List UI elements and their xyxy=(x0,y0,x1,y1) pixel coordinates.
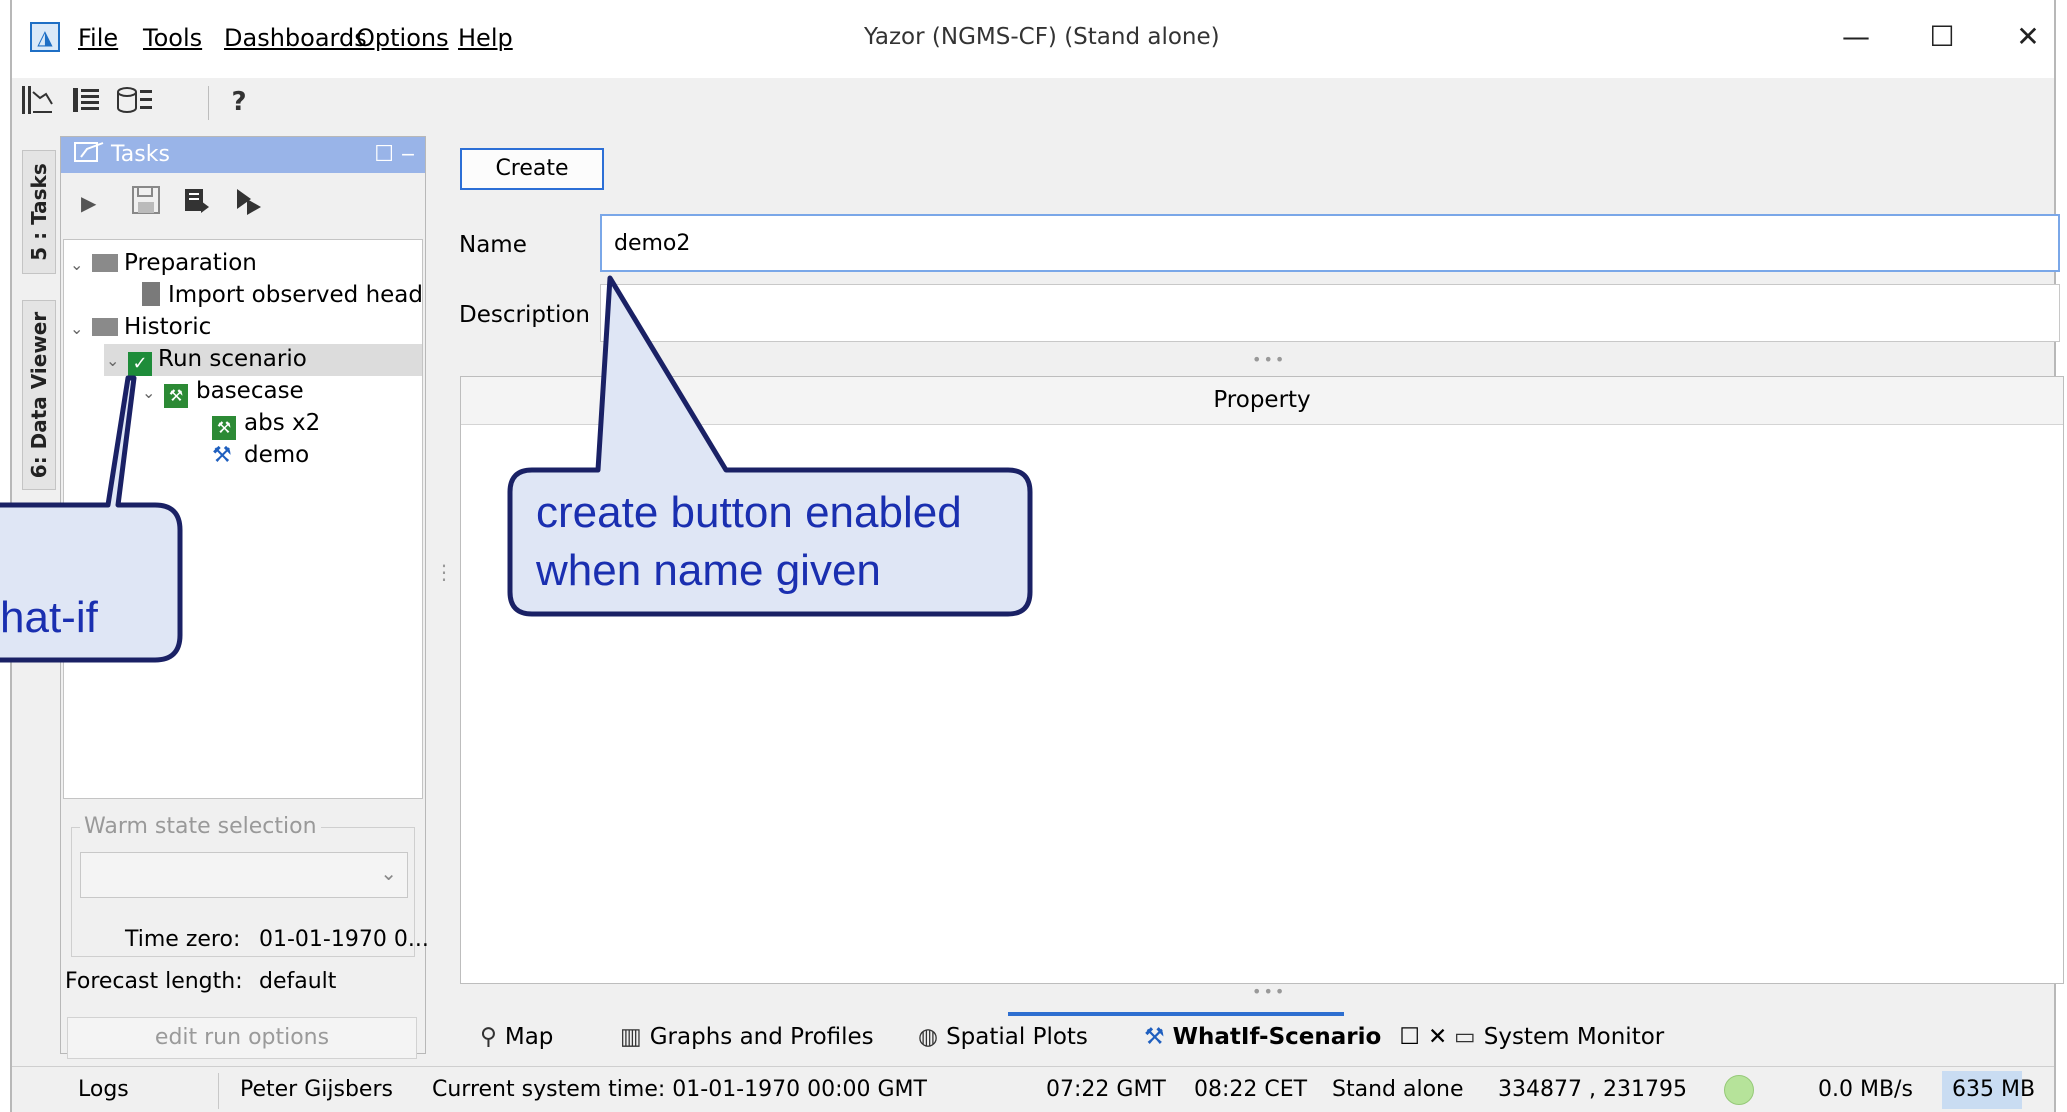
description-label: Description xyxy=(459,302,590,328)
graphs-icon: ▥ xyxy=(620,1024,642,1050)
active-tab-indicator xyxy=(1008,1012,1344,1016)
callout-right-line2: when name given xyxy=(536,546,881,595)
side-tab-data-viewer[interactable]: 6: Data Viewer xyxy=(22,300,56,490)
callout-right-line1: create button enabled xyxy=(536,488,962,537)
checkmark-icon: ✓ xyxy=(128,352,152,376)
logs-button[interactable]: Logs xyxy=(78,1077,129,1102)
tab-spatial-plots[interactable]: ◍ Spatial Plots xyxy=(918,1024,1088,1050)
tab-whatif-scenario[interactable]: ⚒ WhatIf-Scenario ☐ ✕ xyxy=(1144,1024,1447,1050)
tree-item-run-scenario[interactable]: ⌄ ✓ Run scenario xyxy=(106,344,307,376)
tree-item-import-observed-heads[interactable]: Import observed heads xyxy=(142,280,422,310)
panel-window-controls[interactable]: ☐ ‒ xyxy=(374,137,415,173)
panel-splitter[interactable]: ⋮ xyxy=(434,560,454,620)
menu-file[interactable]: File xyxy=(78,24,118,52)
maximize-tab-icon[interactable]: ☐ xyxy=(1399,1024,1420,1050)
tasks-panel-header: Tasks ☐ ‒ xyxy=(61,137,425,173)
status-system-time: Current system time: 01-01-1970 00:00 GM… xyxy=(432,1077,927,1102)
tree-item-historic[interactable]: ⌄ Historic xyxy=(70,312,211,342)
callout-right-text: create button enabled when name given xyxy=(536,484,962,600)
tasks-icon xyxy=(73,139,109,177)
time-zero-label: Time zero: xyxy=(125,927,241,952)
save-icon[interactable] xyxy=(131,185,161,222)
tree-item-abs-x2[interactable]: ⚒ abs x2 xyxy=(212,408,320,440)
table-icon[interactable] xyxy=(68,84,106,120)
callout-left-text: hat-if xyxy=(0,593,98,642)
status-separator xyxy=(218,1073,219,1109)
resize-grip[interactable]: ••• xyxy=(1252,982,1286,1001)
status-bar: Logs Peter Gijsbers Current system time:… xyxy=(12,1066,2054,1112)
status-mode: Stand alone xyxy=(1332,1077,1464,1102)
warm-state-select[interactable]: ⌄ xyxy=(80,852,408,898)
status-rate: 0.0 MB/s xyxy=(1818,1077,1913,1102)
chevron-down-icon[interactable]: ⌄ xyxy=(70,314,92,344)
name-input[interactable] xyxy=(600,214,2060,272)
description-input[interactable] xyxy=(600,284,2060,342)
property-table: Property xyxy=(460,376,2064,984)
resize-grip[interactable]: ••• xyxy=(1252,350,1286,369)
menu-dashboards[interactable]: Dashboards xyxy=(224,24,367,52)
tab-map[interactable]: ⚲ Map xyxy=(480,1024,553,1050)
globe-icon: ◍ xyxy=(918,1024,939,1050)
tasks-panel: Tasks ☐ ‒ ▶ ⌄ Preparation Import observed… xyxy=(60,136,429,1059)
chevron-down-icon[interactable]: ⌄ xyxy=(142,378,164,408)
close-tab-icon[interactable]: ✕ xyxy=(1428,1024,1447,1050)
folder-icon xyxy=(92,318,118,336)
toolbar: ? xyxy=(12,78,2054,126)
status-cet-time: 08:22 CET xyxy=(1194,1077,1308,1102)
status-memory: 635 MB xyxy=(1952,1077,2036,1102)
toolbar-separator xyxy=(208,86,209,120)
forecast-length-label: Forecast length: xyxy=(65,969,243,994)
monitor-icon: ▭ xyxy=(1454,1024,1476,1050)
tree-item-demo[interactable]: ⚒ demo xyxy=(212,440,309,470)
create-button[interactable]: Create xyxy=(460,148,604,190)
tasks-toolbar: ▶ xyxy=(61,173,425,235)
play-icon[interactable]: ▶ xyxy=(81,191,96,215)
close-button[interactable]: ✕ xyxy=(1998,14,2058,60)
folder-icon xyxy=(92,254,118,272)
tasks-panel-title: Tasks xyxy=(111,142,170,167)
window-title: Yazor (NGMS-CF) (Stand alone) xyxy=(864,24,1220,50)
task-tree: ⌄ Preparation Import observed heads ⌄ Hist… xyxy=(63,239,423,799)
chevron-down-icon[interactable]: ⌄ xyxy=(70,250,92,280)
bottom-tab-bar: ⚲ Map ▥ Graphs and Profiles ◍ Spatial Plots… xyxy=(460,1012,2064,1064)
tab-system-monitor[interactable]: ▭ System Monitor xyxy=(1454,1024,1664,1050)
menu-options[interactable]: Options xyxy=(356,24,449,52)
scenario-icon: ⚒ xyxy=(212,416,236,440)
title-bar: ◮ File Tools Dashboards Options Help Yaz… xyxy=(12,0,2054,78)
menu-help[interactable]: Help xyxy=(458,24,513,52)
forecast-length-value: default xyxy=(259,969,337,994)
tree-item-basecase[interactable]: ⌄ ⚒ basecase xyxy=(142,376,304,408)
tree-item-preparation[interactable]: ⌄ Preparation xyxy=(70,248,257,278)
chevron-down-icon[interactable]: ⌄ xyxy=(106,346,128,376)
status-gmt-time: 07:22 GMT xyxy=(1046,1077,1166,1102)
chevron-down-icon: ⌄ xyxy=(380,861,397,885)
database-icon[interactable] xyxy=(116,84,154,120)
maximize-button[interactable]: ☐ xyxy=(1912,14,1972,60)
warm-state-label: Warm state selection xyxy=(80,814,321,839)
time-zero-value: 01-01-1970 0... xyxy=(259,927,429,952)
run-icon[interactable] xyxy=(231,185,263,222)
tools-icon: ⚒ xyxy=(1144,1024,1165,1050)
tools-icon: ⚒ xyxy=(212,443,232,468)
status-user: Peter Gijsbers xyxy=(240,1077,393,1102)
run-list-icon[interactable] xyxy=(181,185,211,222)
scenario-icon: ⚒ xyxy=(164,384,188,408)
property-column-header[interactable]: Property xyxy=(461,377,2063,425)
status-indicator-icon xyxy=(1724,1075,1754,1105)
minimize-button[interactable]: — xyxy=(1826,14,1886,60)
application-window: ◮ File Tools Dashboards Options Help Yaz… xyxy=(10,0,2064,1112)
graphs-icon[interactable] xyxy=(18,84,56,120)
side-tab-tasks[interactable]: 5 : Tasks xyxy=(22,150,56,274)
name-label: Name xyxy=(459,232,527,258)
help-button[interactable]: ? xyxy=(220,84,258,120)
edit-run-options-button[interactable]: edit run options xyxy=(67,1017,417,1059)
map-icon: ⚲ xyxy=(480,1024,497,1050)
status-coordinates: 334877 , 231795 xyxy=(1498,1077,1687,1102)
tab-graphs-and-profiles[interactable]: ▥ Graphs and Profiles xyxy=(620,1024,874,1050)
menu-tools[interactable]: Tools xyxy=(143,24,202,52)
file-icon xyxy=(142,282,160,306)
app-logo-icon[interactable]: ◮ xyxy=(30,22,60,52)
